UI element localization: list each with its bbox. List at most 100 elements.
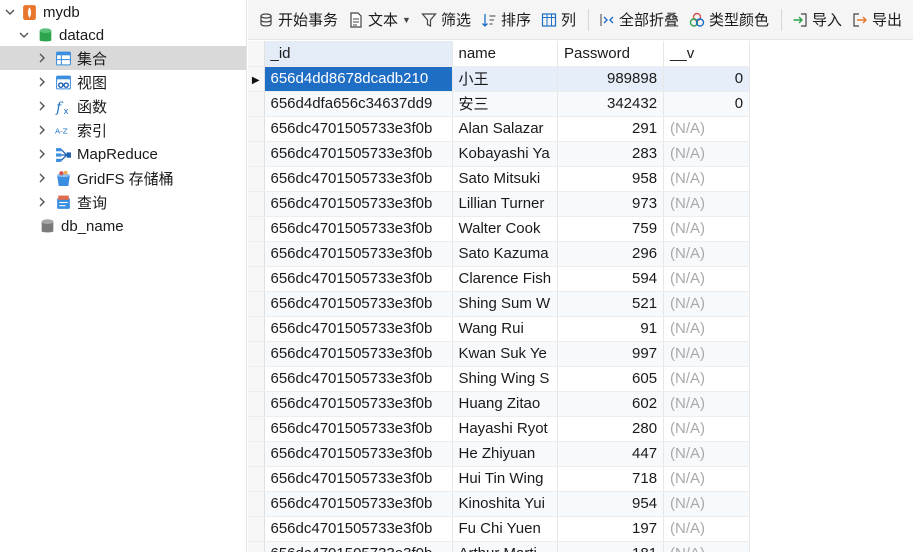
row-indicator[interactable] — [248, 341, 265, 367]
table-row[interactable]: 656dc4701505733e3f0b Sato Kazuma 296 (N/A) — [248, 241, 751, 267]
cell-id[interactable]: 656dc4701505733e3f0b — [264, 516, 453, 542]
cell-name[interactable]: Shing Sum W — [452, 291, 559, 317]
table-row[interactable]: 656dc4701505733e3f0b Clarence Fish 594 (N/A… — [248, 266, 751, 292]
row-indicator[interactable] — [248, 466, 265, 492]
row-indicator[interactable] — [248, 91, 265, 117]
cell-id[interactable]: 656dc4701505733e3f0b — [264, 441, 453, 467]
cell-name[interactable]: Kwan Suk Ye — [452, 341, 559, 367]
cell-name[interactable]: He Zhiyuan — [452, 441, 559, 467]
cell-id[interactable]: 656dc4701505733e3f0b — [264, 391, 453, 417]
cell-name[interactable]: Sato Kazuma — [452, 241, 559, 267]
cell-password[interactable]: 521 — [557, 291, 665, 317]
cell-id[interactable]: 656dc4701505733e3f0b — [264, 341, 453, 367]
cell-name[interactable]: Lillian Turner — [452, 191, 559, 217]
cell-id[interactable]: 656dc4701505733e3f0b — [264, 316, 453, 342]
cell-password[interactable]: 296 — [557, 241, 665, 267]
export-button[interactable]: 导出 — [848, 6, 906, 34]
cell-password[interactable]: 602 — [557, 391, 665, 417]
cell-password[interactable]: 605 — [557, 366, 665, 392]
filter-button[interactable]: 筛选 — [417, 6, 475, 34]
cell-v[interactable]: (N/A) — [663, 241, 751, 267]
chevron-right-icon[interactable] — [36, 46, 48, 70]
table-row[interactable]: 656dc4701505733e3f0b Sato Mitsuki 958 (N/A) — [248, 166, 751, 192]
cell-id[interactable]: 656dc4701505733e3f0b — [264, 116, 453, 142]
cell-name[interactable]: Arthur Marti — [452, 541, 559, 552]
column-header-id[interactable]: _id — [264, 41, 453, 67]
cell-v[interactable]: (N/A) — [663, 316, 751, 342]
cell-name[interactable]: Kobayashi Ya — [452, 141, 559, 167]
row-indicator[interactable] — [248, 291, 265, 317]
cell-v[interactable]: (N/A) — [663, 291, 751, 317]
chevron-right-icon[interactable] — [36, 118, 48, 142]
cell-name[interactable]: 安三 — [452, 91, 559, 117]
table-row[interactable]: 656d4dfa656c34637dd9 安三 342432 0 — [248, 91, 751, 117]
table-row[interactable]: 656dc4701505733e3f0b Hui Tin Wing 718 (N/A) — [248, 466, 751, 492]
cell-id[interactable]: 656dc4701505733e3f0b — [264, 241, 453, 267]
table-row[interactable]: 656dc4701505733e3f0b Fu Chi Yuen 197 (N/A) — [248, 516, 751, 542]
cell-id[interactable]: 656dc4701505733e3f0b — [264, 541, 453, 552]
cell-id[interactable]: 656d4dd8678dcadb210 — [264, 66, 453, 92]
chevron-right-icon[interactable] — [36, 166, 48, 190]
tree-node-db-name[interactable]: db_name — [0, 214, 246, 238]
cell-id[interactable]: 656d4dfa656c34637dd9 — [264, 91, 453, 117]
begin-transaction-button[interactable]: 开始事务 — [254, 6, 342, 34]
cell-v[interactable]: 0 — [663, 66, 751, 92]
cell-name[interactable]: Sato Mitsuki — [452, 166, 559, 192]
cell-password[interactable]: 197 — [557, 516, 665, 542]
cell-password[interactable]: 594 — [557, 266, 665, 292]
cell-v[interactable]: (N/A) — [663, 516, 751, 542]
table-row[interactable]: 656dc4701505733e3f0b Walter Cook 759 (N/A) — [248, 216, 751, 242]
row-indicator[interactable]: ▶ — [248, 66, 265, 92]
type-color-button[interactable]: 类型颜色 — [685, 6, 773, 34]
tree-node-datacd[interactable]: datacd — [0, 23, 246, 47]
row-indicator[interactable] — [248, 241, 265, 267]
cell-id[interactable]: 656dc4701505733e3f0b — [264, 466, 453, 492]
cell-v[interactable]: (N/A) — [663, 491, 751, 517]
cell-name[interactable]: Huang Zitao — [452, 391, 559, 417]
table-row[interactable]: 656dc4701505733e3f0b Lillian Turner 973 (N/… — [248, 191, 751, 217]
collapse-all-button[interactable]: 全部折叠 — [595, 6, 683, 34]
cell-name[interactable]: Walter Cook — [452, 216, 559, 242]
chevron-down-icon[interactable] — [18, 23, 30, 47]
table-row[interactable]: 656dc4701505733e3f0b He Zhiyuan 447 (N/A) — [248, 441, 751, 467]
cell-v[interactable]: 0 — [663, 91, 751, 117]
cell-name[interactable]: Wang Rui — [452, 316, 559, 342]
table-row[interactable]: ▶ 656d4dd8678dcadb210 小王 989898 0 — [248, 66, 751, 92]
column-header-password[interactable]: Password — [557, 41, 665, 67]
table-row[interactable]: 656dc4701505733e3f0b Kobayashi Ya 283 (N/A) — [248, 141, 751, 167]
cell-name[interactable]: Alan Salazar — [452, 116, 559, 142]
cell-v[interactable]: (N/A) — [663, 191, 751, 217]
import-button[interactable]: 导入 — [788, 6, 846, 34]
row-indicator[interactable] — [248, 541, 265, 552]
columns-button[interactable]: 列 — [537, 6, 580, 34]
tree-node-gridfs[interactable]: GridFS 存储桶 — [0, 166, 246, 190]
cell-v[interactable]: (N/A) — [663, 416, 751, 442]
cell-password[interactable]: 759 — [557, 216, 665, 242]
row-indicator[interactable] — [248, 366, 265, 392]
cell-password[interactable]: 954 — [557, 491, 665, 517]
cell-name[interactable]: Hui Tin Wing — [452, 466, 559, 492]
row-indicator[interactable] — [248, 491, 265, 517]
chevron-right-icon[interactable] — [36, 70, 48, 94]
table-row[interactable]: 656dc4701505733e3f0b Kwan Suk Ye 997 (N/A) — [248, 341, 751, 367]
cell-password[interactable]: 91 — [557, 316, 665, 342]
tree-node-functions[interactable]: fx 函数 — [0, 94, 246, 118]
cell-v[interactable]: (N/A) — [663, 341, 751, 367]
table-row[interactable]: 656dc4701505733e3f0b Shing Sum W 521 (N/A) — [248, 291, 751, 317]
cell-v[interactable]: (N/A) — [663, 541, 751, 552]
chevron-right-icon[interactable] — [36, 94, 48, 118]
cell-id[interactable]: 656dc4701505733e3f0b — [264, 366, 453, 392]
row-indicator[interactable] — [248, 516, 265, 542]
cell-v[interactable]: (N/A) — [663, 366, 751, 392]
cell-name[interactable]: Hayashi Ryot — [452, 416, 559, 442]
table-row[interactable]: 656dc4701505733e3f0b Shing Wing S 605 (N/A) — [248, 366, 751, 392]
cell-password[interactable]: 447 — [557, 441, 665, 467]
chevron-right-icon[interactable] — [36, 190, 48, 214]
tree-node-views[interactable]: 视图 — [0, 70, 246, 94]
tree-node-mydb[interactable]: mydb — [0, 0, 246, 24]
cell-id[interactable]: 656dc4701505733e3f0b — [264, 166, 453, 192]
cell-name[interactable]: 小王 — [452, 66, 559, 92]
table-row[interactable]: 656dc4701505733e3f0b Wang Rui 91 (N/A) — [248, 316, 751, 342]
row-indicator[interactable] — [248, 316, 265, 342]
row-indicator[interactable] — [248, 266, 265, 292]
